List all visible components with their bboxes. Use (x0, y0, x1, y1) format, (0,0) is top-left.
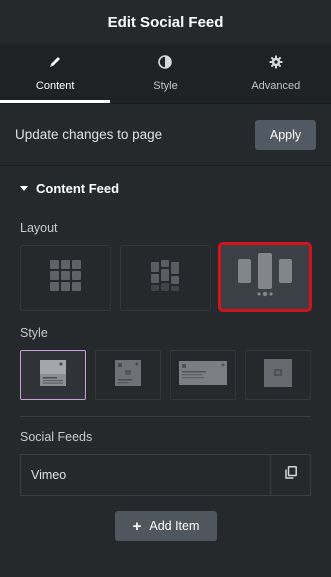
update-changes-text: Update changes to page (15, 127, 163, 142)
style-label: Style (20, 326, 48, 340)
layout-option-grid[interactable] (20, 245, 111, 311)
caret-down-icon (20, 186, 28, 191)
half-circle-icon (158, 55, 173, 72)
add-item-button[interactable]: + Add Item (115, 511, 217, 541)
social-feed-item-title: Vimeo (31, 468, 67, 482)
copy-icon (284, 466, 297, 484)
section-title: Content Feed (36, 181, 120, 196)
masonry-layout-icon (150, 259, 181, 297)
feed-card-style-1-icon (40, 359, 66, 391)
panel-header: Edit Social Feed (0, 0, 331, 44)
layout-label: Layout (20, 221, 58, 235)
duplicate-item-button[interactable] (270, 455, 310, 495)
layout-option-masonry[interactable] (120, 245, 211, 311)
apply-button[interactable]: Apply (255, 119, 316, 150)
style-option-3[interactable] (170, 350, 236, 400)
carousel-layout-icon (237, 252, 293, 302)
layout-option-carousel[interactable] (218, 242, 312, 312)
update-changes-row: Update changes to page Apply (0, 104, 331, 166)
section-divider (20, 416, 311, 417)
tab-label: Style (153, 80, 178, 92)
plus-icon: + (132, 517, 142, 535)
tab-bar: Content Style Advanced (0, 44, 331, 104)
feed-card-style-4-icon (264, 358, 292, 392)
gear-icon (269, 55, 283, 72)
tab-label: Advanced (251, 80, 301, 92)
style-option-4[interactable] (245, 350, 311, 400)
add-item-label: Add Item (149, 519, 200, 533)
tab-label: Content (35, 80, 75, 92)
social-feed-item[interactable]: Vimeo (20, 454, 311, 496)
feed-card-style-2-icon (115, 359, 141, 391)
grid-layout-icon (49, 259, 82, 297)
content-feed-section-toggle[interactable]: Content Feed (20, 181, 119, 196)
tab-content[interactable]: Content (0, 44, 111, 103)
pencil-icon (48, 55, 62, 72)
tab-advanced[interactable]: Advanced (221, 44, 331, 103)
style-option-2[interactable] (95, 350, 161, 400)
social-feeds-label: Social Feeds (20, 430, 93, 444)
panel-title: Edit Social Feed (107, 13, 224, 31)
feed-card-style-3-icon (179, 360, 227, 390)
tab-style[interactable]: Style (110, 44, 220, 103)
style-option-1[interactable] (20, 350, 86, 400)
